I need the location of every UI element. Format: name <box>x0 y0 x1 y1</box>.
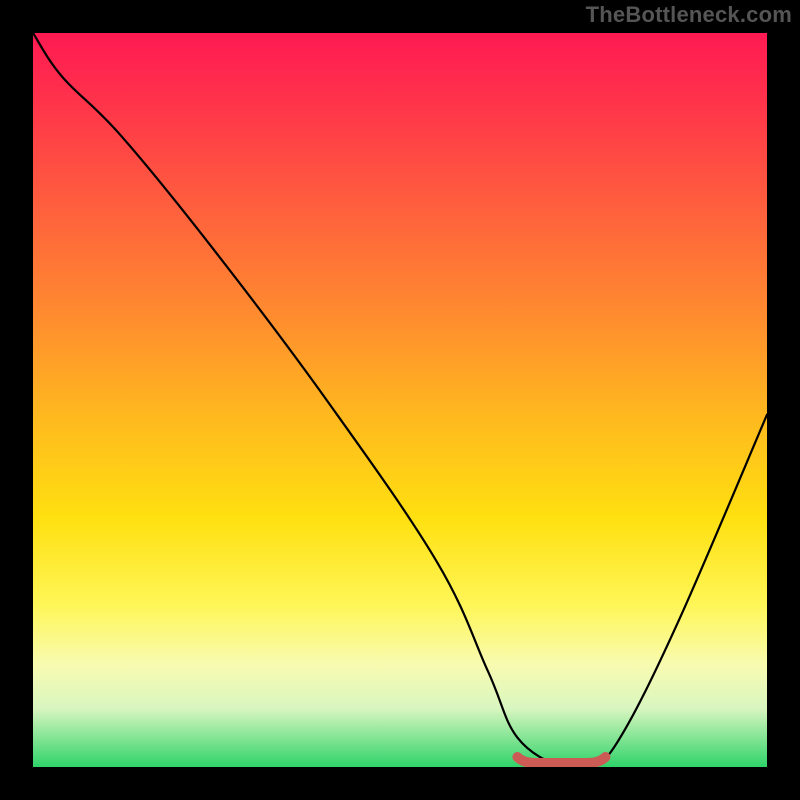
plot-area <box>33 33 767 767</box>
chart-frame: TheBottleneck.com <box>0 0 800 800</box>
curve-layer <box>33 33 767 767</box>
optimal-band <box>517 757 605 763</box>
watermark-text: TheBottleneck.com <box>586 2 792 28</box>
bottleneck-curve <box>33 33 767 767</box>
